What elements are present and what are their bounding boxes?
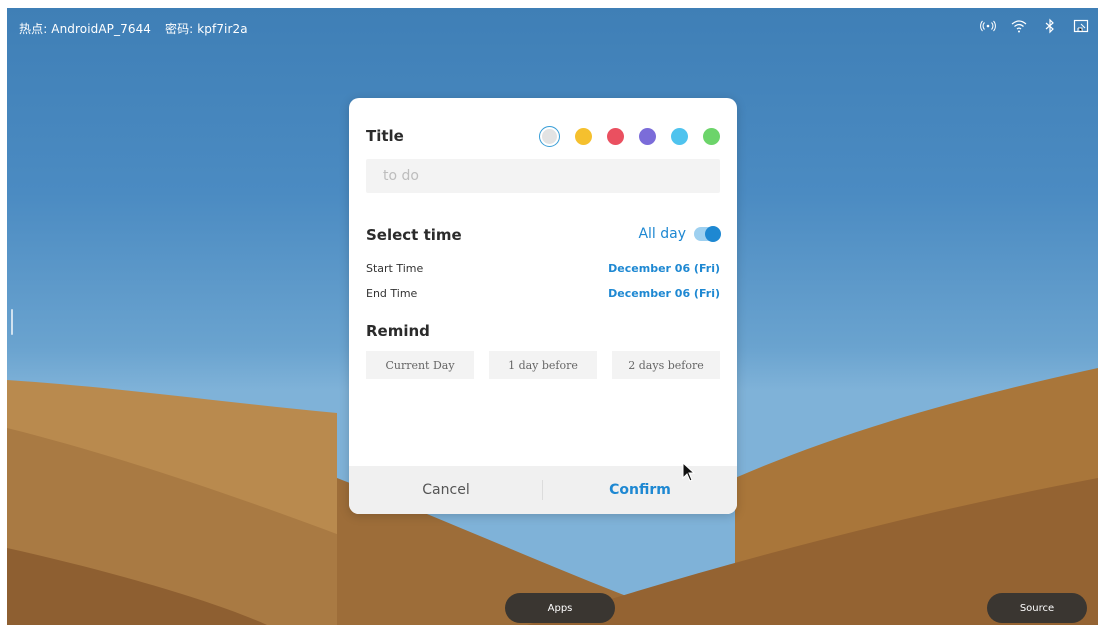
hotspot-icon[interactable] [979,17,997,35]
screen-cast-icon[interactable] [1072,17,1090,35]
all-day-label: All day [638,226,686,242]
remind-option-1-day-before[interactable]: 1 day before [489,351,597,379]
dialog-footer: Cancel Confirm [349,466,737,514]
title-input[interactable] [366,159,720,193]
hotspot-password: 密码: kpf7ir2a [164,22,248,36]
color-option-purple[interactable] [639,128,656,145]
system-icons [979,17,1090,35]
cancel-button[interactable]: Cancel [349,466,543,514]
end-time-row[interactable]: End Time December 06 (Fri) [366,287,720,305]
end-time-value[interactable]: December 06 (Fri) [608,287,720,300]
select-time-header: Select time All day [366,225,721,247]
title-row: Title [366,126,720,150]
desktop-screen: 热点: AndroidAP_7644 密码: kpf7ir2a Title to… [7,8,1098,625]
wifi-icon[interactable] [1010,17,1028,35]
toggle-knob [705,226,721,242]
color-option-green[interactable] [703,128,720,145]
footer-divider [542,480,543,500]
bluetooth-icon[interactable] [1041,17,1059,35]
start-time-value[interactable]: December 06 (Fri) [608,262,720,275]
hotspot-info: 热点: AndroidAP_7644 密码: kpf7ir2a [19,20,258,37]
mouse-cursor-icon [682,462,696,482]
schedule-dialog: Title Select time All day Start Time Dec… [349,98,737,514]
start-time-row[interactable]: Start Time December 06 (Fri) [366,262,720,280]
select-time-label: Select time [366,226,462,244]
color-option-red[interactable] [607,128,624,145]
side-drawer-handle[interactable] [11,309,13,335]
status-bar: 热点: AndroidAP_7644 密码: kpf7ir2a [7,8,1098,48]
remind-option-2-days-before[interactable]: 2 days before [612,351,720,379]
start-time-label: Start Time [366,262,424,275]
end-time-label: End Time [366,287,418,300]
source-button[interactable]: Source [987,593,1087,623]
all-day-toggle[interactable] [694,226,721,242]
color-option-yellow[interactable] [575,128,592,145]
apps-button[interactable]: Apps [505,593,615,623]
color-picker [539,126,720,147]
hotspot-name: 热点: AndroidAP_7644 [19,22,152,36]
remind-options: Current Day 1 day before 2 days before [366,351,720,381]
color-option-cyan[interactable] [671,128,688,145]
remind-label: Remind [366,322,430,340]
confirm-button[interactable]: Confirm [543,466,737,514]
remind-option-current-day[interactable]: Current Day [366,351,474,379]
color-option-grey[interactable] [539,126,560,147]
title-label: Title [366,127,404,145]
all-day-control[interactable]: All day [638,226,721,242]
